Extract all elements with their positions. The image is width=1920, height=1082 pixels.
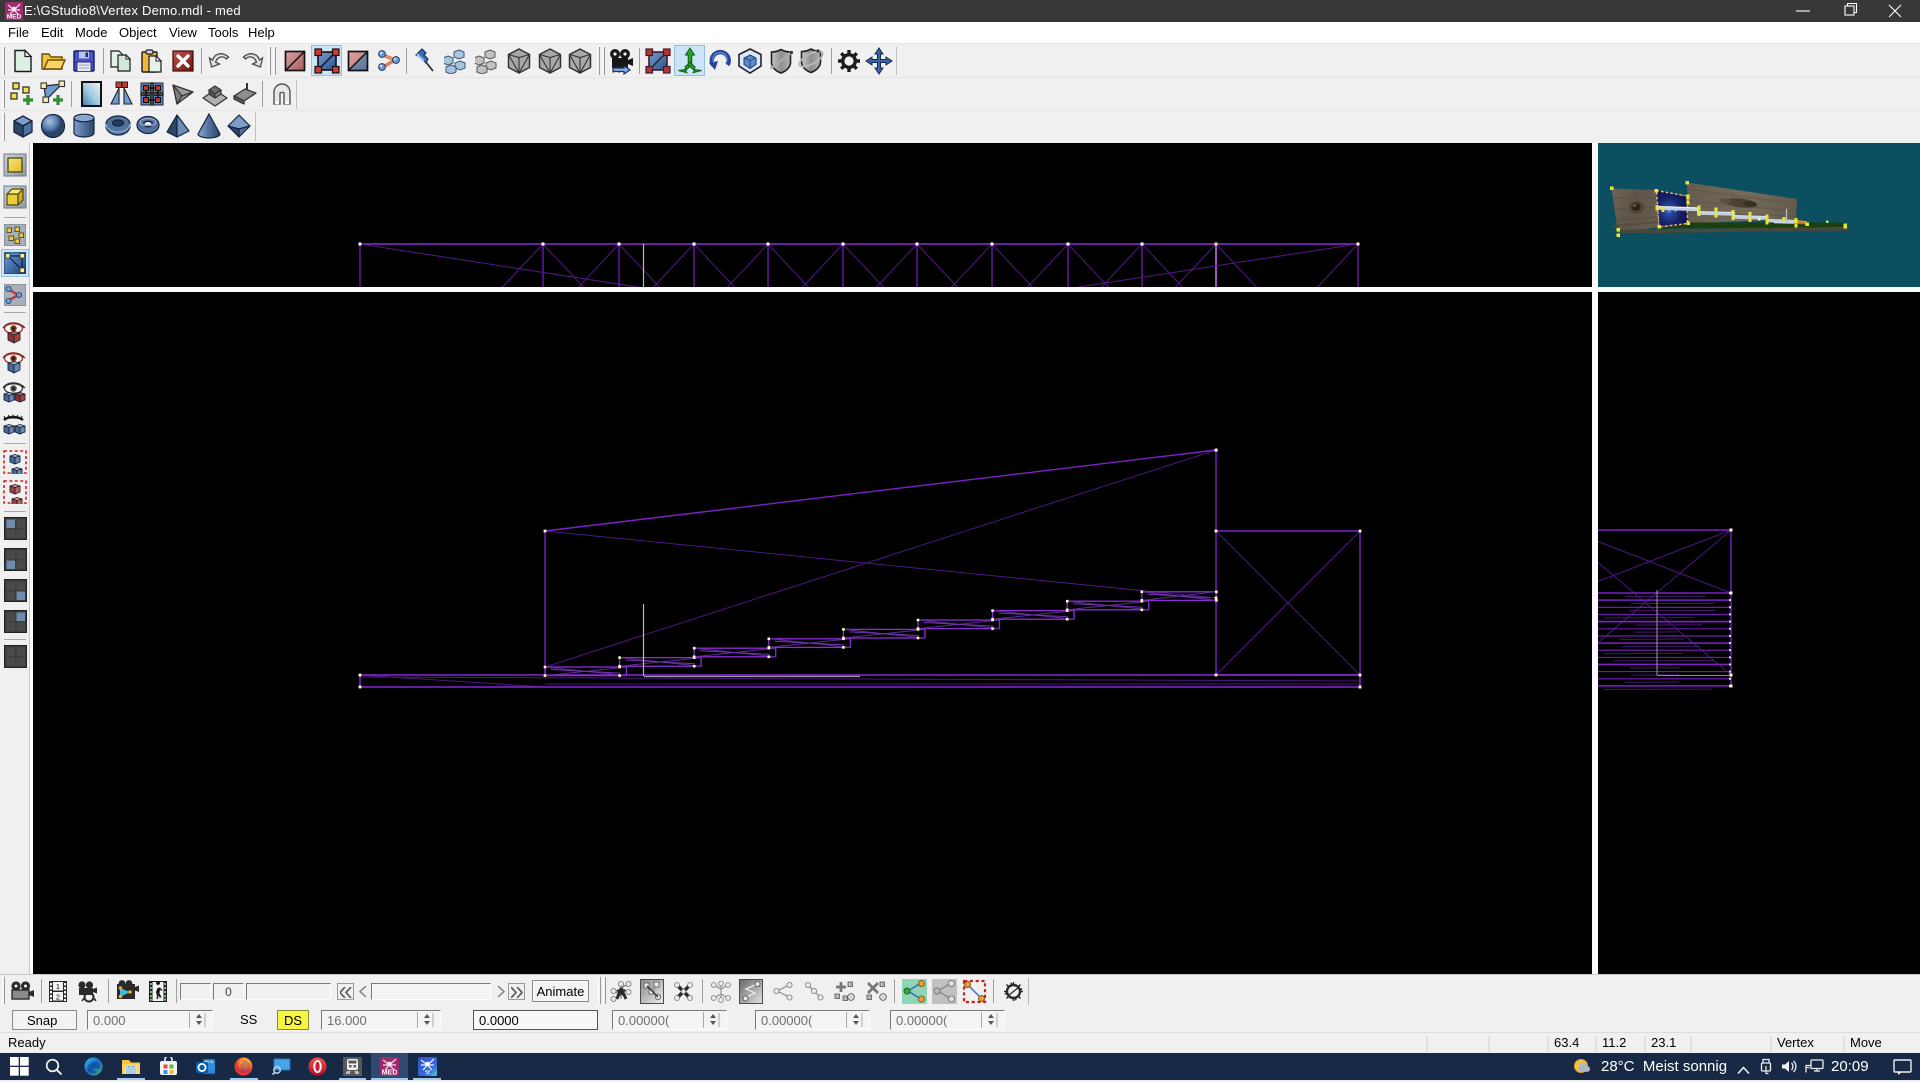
svg-text:MED: MED [7,14,22,21]
svg-text:MED: MED [382,1070,398,1077]
svg-text:2: 2 [56,993,60,1002]
svg-text:1: 1 [56,982,60,991]
svg-text:⚒︎: ⚒︎ [425,1069,431,1077]
